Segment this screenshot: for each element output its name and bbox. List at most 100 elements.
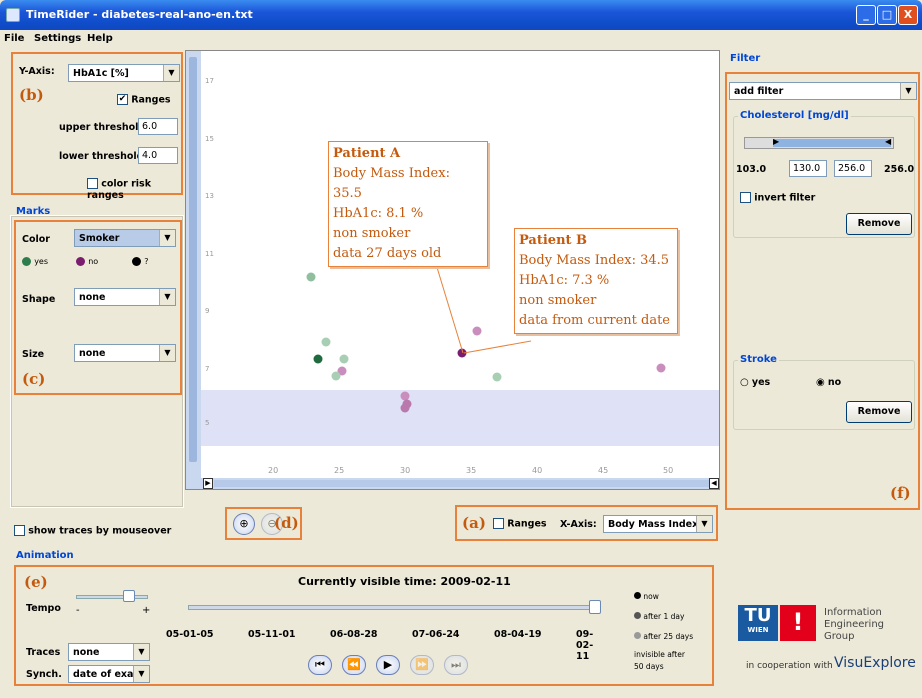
risk-range-band <box>201 390 719 446</box>
cholesterol-high-field[interactable]: 256.0 <box>834 160 872 177</box>
skip-back-icon[interactable]: ⏮ <box>308 655 332 675</box>
stroke-no-radio[interactable]: ◉ no <box>816 377 841 388</box>
chevron-down-icon: ▼ <box>900 83 916 99</box>
tempo-slider[interactable] <box>76 590 148 602</box>
callout-b-leader <box>463 340 532 354</box>
y-tick-label: 9 <box>205 307 209 315</box>
stroke-yes-radio[interactable]: ○ yes <box>740 377 770 388</box>
yaxis-panel: Y-Axis: HbA1c [%] ▼ (b) ✔ Ranges upper th… <box>11 52 183 201</box>
skip-forward-icon[interactable]: ⏭ <box>444 655 468 675</box>
menu-file[interactable]: File <box>4 33 24 44</box>
x-tick-label: 25 <box>334 466 344 475</box>
synch-select[interactable]: date of exa... ▼ <box>68 665 150 683</box>
xaxis-label: X-Axis: <box>560 519 597 530</box>
y-tick-label: 15 <box>205 135 214 143</box>
x-tick-label: 30 <box>400 466 410 475</box>
data-point[interactable] <box>331 371 341 381</box>
add-filter-select[interactable]: add filter ▼ <box>729 82 917 100</box>
data-point[interactable] <box>313 354 323 364</box>
fast-forward-icon[interactable]: ⏩ <box>410 655 434 675</box>
time-slider[interactable] <box>188 600 601 614</box>
color-select[interactable]: Smoker ▼ <box>74 229 176 247</box>
menu-settings[interactable]: Settings <box>34 33 81 44</box>
color-risk-checkbox[interactable]: color risk ranges <box>87 178 181 201</box>
traces-mouseover-checkbox[interactable]: show traces by mouseover <box>14 525 171 537</box>
data-point[interactable] <box>339 354 349 364</box>
panel-f-label: (f) <box>890 484 911 502</box>
data-point[interactable] <box>306 272 316 282</box>
remove-cholesterol-button[interactable]: Remove <box>846 213 912 235</box>
lower-threshold-label: lower threshold <box>59 151 144 162</box>
yaxis-select[interactable]: HbA1c [%] ▼ <box>68 64 180 82</box>
legend-yes: yes <box>22 256 48 267</box>
y-tick-label: 5 <box>205 419 209 427</box>
upper-threshold-field[interactable]: 6.0 <box>138 118 178 135</box>
chevron-down-icon: ▼ <box>163 65 179 81</box>
xaxis-select[interactable]: Body Mass Index ▼ <box>603 515 713 533</box>
vertical-scrollbar[interactable] <box>186 51 201 478</box>
cholesterol-filter: Cholesterol [mg/dl] ▶ ◀ 103.0 130.0 256.0… <box>733 110 915 238</box>
filter-title: Filter <box>728 53 763 64</box>
cholesterol-title: Cholesterol [mg/dl] <box>738 110 851 121</box>
ranges-checkbox[interactable]: ✔ Ranges <box>117 94 171 106</box>
tempo-minus: - <box>76 605 80 616</box>
time-axis-date: 05-01-05 <box>166 629 214 640</box>
chevron-down-icon: ▼ <box>133 644 149 660</box>
chevron-down-icon: ▼ <box>696 516 712 532</box>
yaxis-label: Y-Axis: <box>19 66 55 77</box>
shape-select[interactable]: none ▼ <box>74 288 176 306</box>
cholesterol-range-slider[interactable]: ▶ ◀ <box>744 137 894 149</box>
x-tick-label: 50 <box>663 466 673 475</box>
stroke-title: Stroke <box>738 354 779 365</box>
lower-threshold-field[interactable]: 4.0 <box>138 147 178 164</box>
y-tick-label: 11 <box>205 250 214 258</box>
filter-panel: add filter ▼ Cholesterol [mg/dl] ▶ ◀ 103.0… <box>725 72 920 510</box>
animation-panel: (e) Currently visible time: 2009-02-11 T… <box>14 565 714 686</box>
panel-d-label: (d) <box>274 514 299 532</box>
data-point[interactable] <box>492 372 502 382</box>
zoom-in-icon[interactable]: ⊕ <box>233 513 255 535</box>
minimize-button[interactable]: _ <box>856 5 876 25</box>
panel-e-label: (e) <box>24 573 48 591</box>
invert-filter-checkbox[interactable]: invert filter <box>740 192 815 204</box>
tempo-plus: + <box>142 605 151 616</box>
cholesterol-low-field[interactable]: 130.0 <box>789 160 827 177</box>
close-button[interactable]: X <box>898 5 918 25</box>
time-axis-date: 05-11-01 <box>248 629 296 640</box>
maximize-button[interactable]: □ <box>877 5 897 25</box>
data-point[interactable] <box>656 363 666 373</box>
ieg-logo: ! <box>780 605 816 641</box>
xaxis-ranges-checkbox[interactable]: Ranges <box>493 518 547 530</box>
x-tick-label: 35 <box>466 466 476 475</box>
chevron-down-icon: ▼ <box>159 230 175 246</box>
data-point[interactable] <box>321 337 331 347</box>
marks-panel: Color Smoker ▼ yes no ? Shape none ▼ Size … <box>14 220 182 395</box>
time-axis-date: 06-08-28 <box>330 629 378 640</box>
size-select[interactable]: none ▼ <box>74 344 176 362</box>
y-tick-label: 7 <box>205 365 209 373</box>
data-point[interactable] <box>472 326 482 336</box>
shape-label: Shape <box>22 294 56 305</box>
traces-select[interactable]: none ▼ <box>68 643 150 661</box>
time-axis-date: 09-02-11 <box>576 629 594 662</box>
play-icon[interactable]: ▶ <box>376 655 400 675</box>
horizontal-scrollbar[interactable]: ▶ ◀ <box>186 478 719 489</box>
data-point[interactable] <box>400 391 410 401</box>
window-title: TimeRider - diabetes-real-ano-en.txt <box>26 8 253 21</box>
cholesterol-min: 103.0 <box>736 164 767 175</box>
data-point[interactable] <box>400 403 410 413</box>
callout-patient-b: Patient B Body Mass Index: 34.5 HbA1c: 7.3… <box>514 228 678 334</box>
menu-help[interactable]: Help <box>87 33 113 44</box>
panel-a-label: (a) <box>462 514 486 532</box>
upper-threshold-label: upper threshold <box>59 122 146 133</box>
x-tick-label: 45 <box>598 466 608 475</box>
app-icon <box>6 8 20 22</box>
time-axis-date: 08-04-19 <box>494 629 542 640</box>
animation-title: Animation <box>14 550 76 561</box>
tu-wien-logo: TU WIEN <box>738 605 778 641</box>
size-label: Size <box>22 349 45 360</box>
rewind-icon[interactable]: ⏪ <box>342 655 366 675</box>
visible-time: Currently visible time: 2009-02-11 <box>298 575 511 588</box>
group-name: Information Engineering Group <box>824 607 884 642</box>
remove-stroke-button[interactable]: Remove <box>846 401 912 423</box>
